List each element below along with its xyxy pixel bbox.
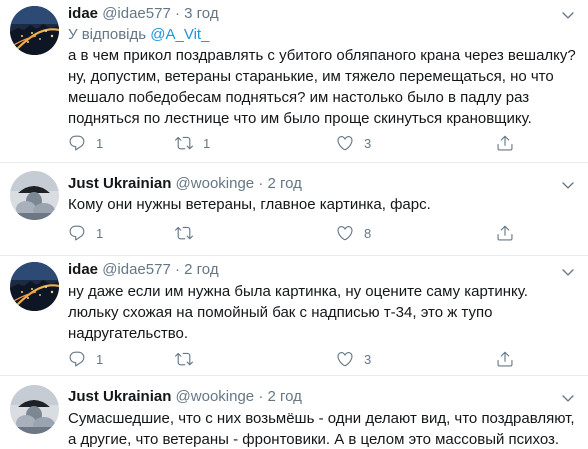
tweet[interactable]: Just Ukrainian @wookinge · 2 год Сумасше… <box>0 376 588 449</box>
user-handle[interactable]: @idae577 <box>102 261 171 278</box>
retweet-button[interactable] <box>175 223 203 243</box>
heart-icon <box>336 134 354 152</box>
retweet-count: 1 <box>203 135 211 151</box>
chevron-down-icon[interactable] <box>560 7 576 23</box>
tweet-text-line: ну даже если им нужна была картинка, ну … <box>68 283 528 300</box>
reply-icon <box>68 350 86 368</box>
heart-icon <box>336 224 354 242</box>
action-bar: 1 1 3 <box>68 133 528 153</box>
user-handle[interactable]: @idae577 <box>102 5 171 22</box>
tweet-text: Сумасшедшие, что с них возьмёшь - одни д… <box>68 408 580 449</box>
tweet-header: idae @idae577 · 2 год <box>68 261 219 279</box>
timestamp[interactable]: 3 год <box>184 5 218 22</box>
tweet-text: а в чем прикол поздравлять с убитого обл… <box>68 45 580 129</box>
reply-button[interactable]: 1 <box>68 349 103 369</box>
display-name[interactable]: idae <box>68 261 98 278</box>
tweet-text-line: а другие, что ветераны - фронтовики. А в… <box>68 431 560 448</box>
tweet[interactable]: idae @idae577 · 2 год ну даже если им ну… <box>0 256 588 374</box>
reply-context: У відповідь @A_Vit_ <box>68 26 209 44</box>
share-icon <box>496 350 514 368</box>
reply-icon <box>68 134 86 152</box>
reply-count: 1 <box>96 135 104 151</box>
share-icon <box>496 224 514 242</box>
chevron-down-icon[interactable] <box>560 264 576 280</box>
like-count: 3 <box>364 351 372 367</box>
tweet-header: Just Ukrainian @wookinge · 2 год <box>68 388 302 406</box>
timestamp[interactable]: 2 год <box>268 388 302 405</box>
retweet-button[interactable]: 1 <box>175 133 210 153</box>
tweet-text: Кому они нужны ветераны, главное картинк… <box>68 194 580 215</box>
action-bar: 1 3 <box>68 349 528 369</box>
display-name[interactable]: idae <box>68 5 98 22</box>
chevron-down-icon[interactable] <box>560 390 576 406</box>
heart-icon <box>336 350 354 368</box>
tweet-text-line: Кому они нужны ветераны, главное картинк… <box>68 196 431 213</box>
share-button[interactable] <box>496 349 514 369</box>
tweet-text-line: мешало победобесам подняться? им настоль… <box>68 89 530 106</box>
like-button[interactable]: 8 <box>336 223 371 243</box>
like-count: 8 <box>364 225 372 241</box>
tweet-text-line: подняться по лестнице что им было проще … <box>68 110 532 127</box>
retweet-icon <box>175 134 193 152</box>
user-handle[interactable]: @wookinge <box>176 388 255 405</box>
tweet-text-line: надругательство. <box>68 325 188 342</box>
reply-button[interactable]: 1 <box>68 223 103 243</box>
separator-dot: · <box>174 5 180 22</box>
like-button[interactable]: 3 <box>336 133 371 153</box>
city-night-avatar[interactable] <box>10 6 59 55</box>
retweet-icon <box>175 224 193 242</box>
like-count: 3 <box>364 135 372 151</box>
display-name[interactable]: Just Ukrainian <box>68 175 171 192</box>
reply-button[interactable]: 1 <box>68 133 103 153</box>
reply-count: 1 <box>96 351 104 367</box>
share-button[interactable] <box>496 223 514 243</box>
timestamp[interactable]: 2 год <box>268 175 302 192</box>
retweet-button[interactable] <box>175 349 203 369</box>
reply-icon <box>68 224 86 242</box>
separator-dot: · <box>174 261 180 278</box>
city-night-avatar[interactable] <box>10 262 59 311</box>
tweet-text-line: Сумасшедшие, что с них возьмёшь - одни д… <box>68 410 575 427</box>
tweet-text-line: люльку схожая на помойный бак с надписью… <box>68 304 493 321</box>
user-handle[interactable]: @wookinge <box>176 175 255 192</box>
tweet-text: ну даже если им нужна была картинка, ну … <box>68 281 580 344</box>
like-button[interactable]: 3 <box>336 349 371 369</box>
tweet-text-line: ну, допустим, ветераны старанькие, им тя… <box>68 68 554 85</box>
tweet-text-line: а в чем прикол поздравлять с убитого обл… <box>68 47 576 64</box>
tweet-header: Just Ukrainian @wookinge · 2 год <box>68 175 302 193</box>
umbrella-avatar[interactable] <box>10 385 59 434</box>
share-button[interactable] <box>496 133 514 153</box>
separator-dot: · <box>258 388 264 405</box>
timestamp[interactable]: 2 год <box>184 261 218 278</box>
display-name[interactable]: Just Ukrainian <box>68 388 171 405</box>
tweet[interactable]: Just Ukrainian @wookinge · 2 год Кому он… <box>0 163 588 255</box>
tweet-header: idae @idae577 · 3 год <box>68 5 219 23</box>
chevron-down-icon[interactable] <box>560 177 576 193</box>
reply-count: 1 <box>96 225 104 241</box>
action-bar: 1 8 <box>68 223 528 243</box>
share-icon <box>496 134 514 152</box>
umbrella-avatar[interactable] <box>10 171 59 220</box>
tweet[interactable]: idae @idae577 · 3 год У відповідь @A_Vit… <box>0 0 588 160</box>
retweet-icon <box>175 350 193 368</box>
reply-mention-link[interactable]: @A_Vit_ <box>150 26 209 43</box>
reply-prefix: У відповідь <box>68 26 147 43</box>
separator-dot: · <box>258 175 264 192</box>
